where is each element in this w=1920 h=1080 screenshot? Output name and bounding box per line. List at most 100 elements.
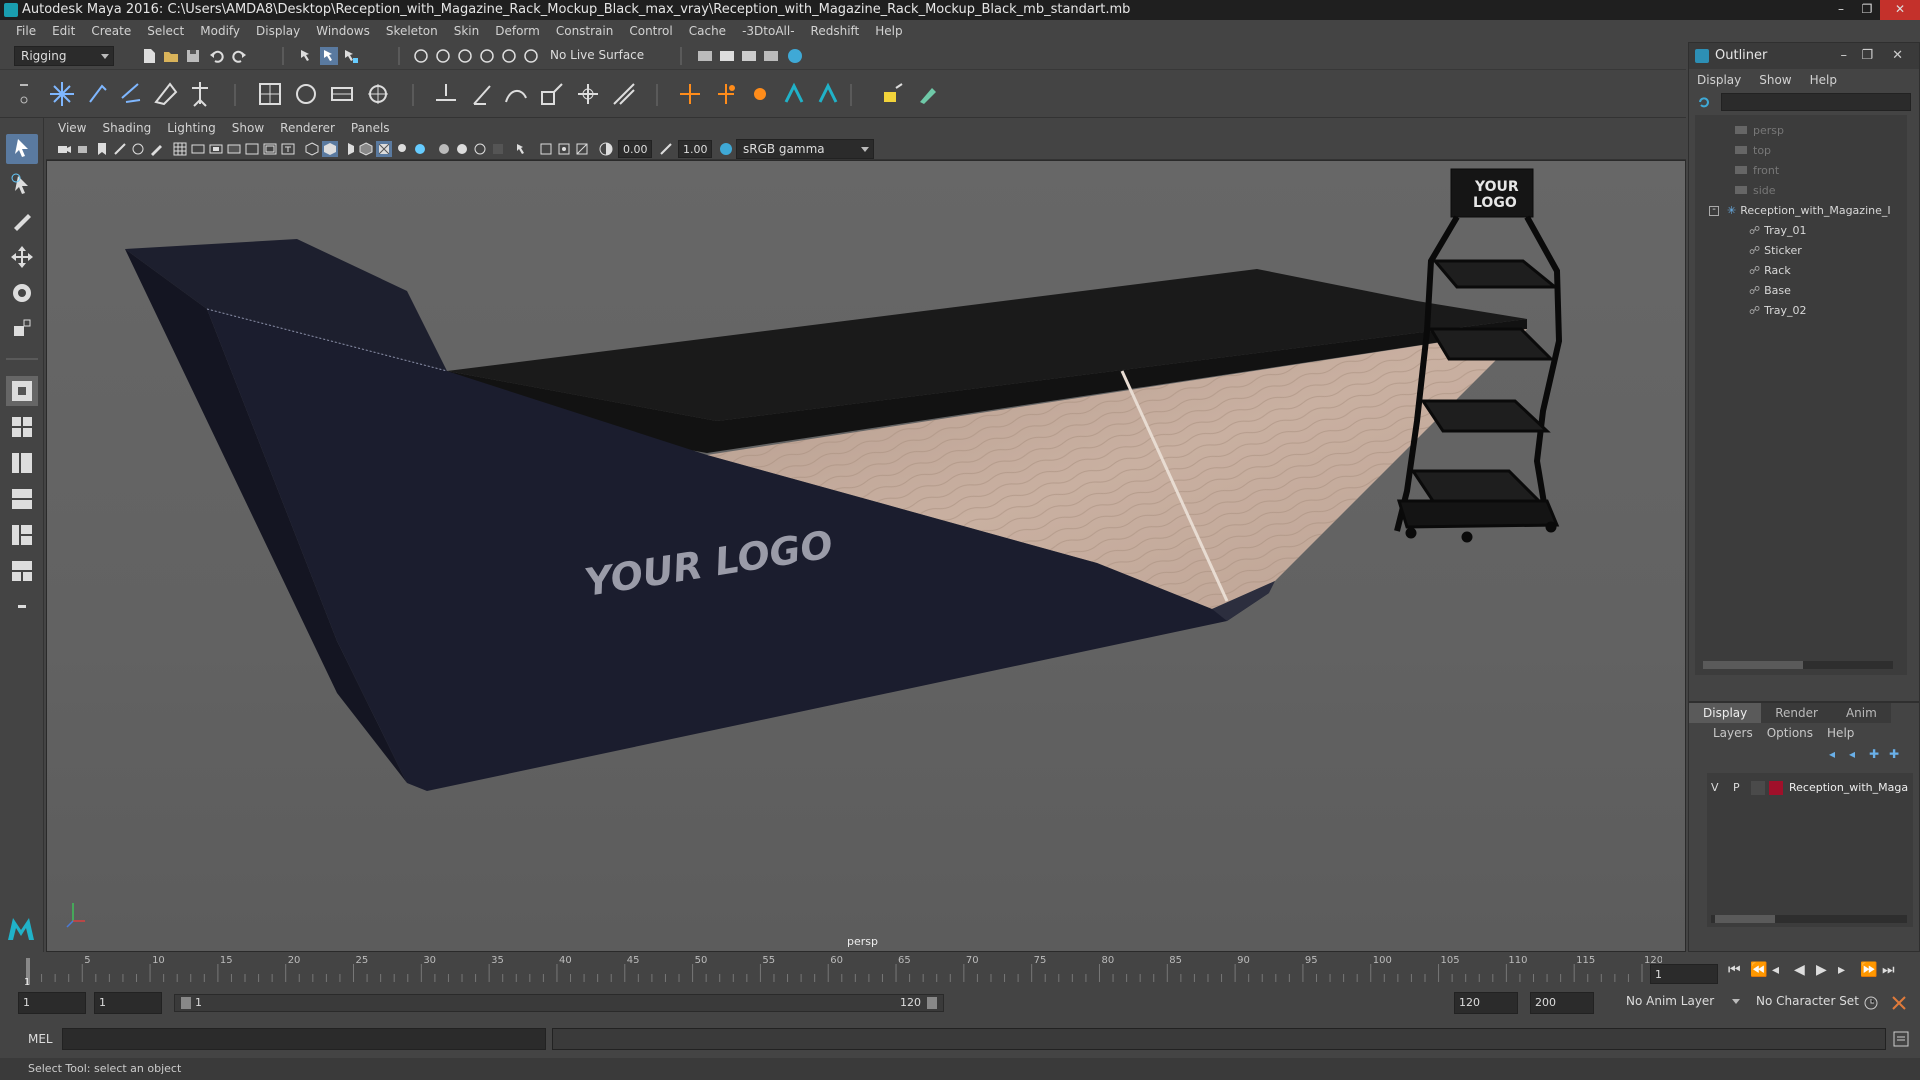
range-slider[interactable]: 1 120 — [174, 994, 944, 1012]
menu-modify[interactable]: Modify — [192, 20, 248, 42]
menu-deform[interactable]: Deform — [487, 20, 548, 42]
time-slider[interactable]: 5 10 15 20 25 30 35 40 45 50 55 60 65 70 75 80 85 90 95 100… — [0, 952, 1920, 988]
wrap-icon[interactable] — [326, 78, 358, 110]
paint-weights-icon[interactable] — [876, 78, 908, 110]
single-perspective-layout-icon[interactable] — [6, 376, 38, 406]
outliner-horizontal-scrollbar[interactable] — [1703, 661, 1893, 669]
layer-menu-layers[interactable]: Layers — [1713, 726, 1753, 740]
tab-render[interactable]: Render — [1761, 703, 1832, 723]
auto-key-icon[interactable] — [1862, 994, 1880, 1012]
new-layer-icon[interactable]: ✚ — [1869, 747, 1889, 761]
render-settings-icon[interactable] — [696, 47, 714, 65]
snap-curve-icon[interactable] — [434, 47, 452, 65]
panel-menu-show[interactable]: Show — [224, 117, 272, 139]
grease-pencil-icon[interactable] — [148, 141, 164, 157]
snap-surface-icon[interactable] — [522, 47, 540, 65]
humanik-a-icon[interactable] — [778, 78, 810, 110]
outliner-menu-show[interactable]: Show — [1759, 73, 1791, 87]
multisample-aa-icon[interactable] — [472, 141, 488, 157]
humanik-icon[interactable] — [184, 78, 216, 110]
humanik-b-icon[interactable] — [812, 78, 844, 110]
outliner-item-sticker[interactable]: ☍ Sticker — [1749, 241, 1802, 261]
menu-file[interactable]: File — [8, 20, 44, 42]
layer-visibility-toggle[interactable]: V — [1711, 779, 1719, 797]
move-tool-icon[interactable] — [6, 242, 38, 272]
playback-start-field[interactable]: 1 — [94, 992, 162, 1014]
playback-end-field[interactable]: 120 — [1454, 992, 1518, 1014]
ik-handle-icon[interactable] — [82, 78, 114, 110]
sculpt-deformer-icon[interactable] — [744, 78, 776, 110]
maximize-button[interactable]: ❐ — [1854, 0, 1880, 20]
color-management-icon[interactable] — [718, 141, 734, 157]
menu-select[interactable]: Select — [139, 20, 192, 42]
refresh-icon[interactable] — [1697, 95, 1711, 109]
undo-icon[interactable] — [208, 47, 226, 65]
scale-constraint-icon[interactable] — [536, 78, 568, 110]
lasso-tool-icon[interactable] — [6, 170, 38, 200]
gamma-icon[interactable] — [658, 141, 674, 157]
locator-icon[interactable] — [674, 78, 706, 110]
menuset-dropdown[interactable]: Rigging — [14, 46, 114, 66]
close-button[interactable]: ✕ — [1880, 0, 1920, 20]
outliner-minimize-icon[interactable]: – — [1841, 43, 1848, 69]
pole-vector-icon[interactable] — [608, 78, 640, 110]
bookmark-icon[interactable] — [94, 141, 110, 157]
go-to-end-icon[interactable]: ⏭ — [1882, 962, 1904, 978]
scrollbar-thumb[interactable] — [1715, 915, 1775, 923]
scrollbar-thumb[interactable] — [1703, 661, 1803, 669]
menu-cache[interactable]: Cache — [681, 20, 734, 42]
ik-spline-icon[interactable] — [116, 78, 148, 110]
orient-constraint-icon[interactable] — [500, 78, 532, 110]
script-editor-icon[interactable] — [1892, 1030, 1910, 1048]
step-back-frame-icon[interactable]: ◂ — [1772, 962, 1794, 978]
animation-preferences-icon[interactable] — [1890, 994, 1908, 1012]
anim-layer-dropdown[interactable]: No Anim Layer — [1620, 992, 1744, 1014]
hypershade-icon[interactable] — [786, 47, 804, 65]
layer-row[interactable]: V P Reception_with_Maga — [1707, 779, 1913, 797]
move-layer-up-icon[interactable]: ◂ — [1829, 747, 1849, 761]
exposure-icon[interactable] — [598, 141, 614, 157]
outliner-item-front[interactable]: front — [1735, 161, 1779, 181]
hypershade-persp-layout-icon[interactable] — [6, 520, 38, 550]
smooth-shade-icon[interactable] — [322, 141, 338, 157]
wire-icon[interactable] — [362, 78, 394, 110]
minimize-button[interactable]: – — [1828, 0, 1854, 20]
menu-create[interactable]: Create — [83, 20, 139, 42]
time-ruler[interactable]: 5 10 15 20 25 30 35 40 45 50 55 60 65 70 75 80 85 90 95 100… — [22, 952, 1662, 988]
persp-viewport[interactable]: YOUR LOGO YOUR LOGO persp — [46, 160, 1686, 952]
animation-start-field[interactable]: 1 — [18, 992, 86, 1014]
menu-windows[interactable]: Windows — [308, 20, 378, 42]
camera-attributes-icon[interactable] — [76, 141, 92, 157]
range-end-handle[interactable] — [927, 997, 937, 1009]
current-frame-field[interactable]: 1 — [1650, 964, 1718, 984]
outliner-item-top[interactable]: top — [1735, 141, 1771, 161]
default-lighting-icon[interactable] — [340, 141, 356, 157]
rotate-tool-icon[interactable] — [6, 278, 38, 308]
outliner-item-root[interactable]: - ✳ Reception_with_Magazine_I — [1709, 201, 1891, 221]
layer-playback-toggle[interactable]: P — [1733, 779, 1740, 797]
outliner-menu-help[interactable]: Help — [1810, 73, 1837, 87]
point-constraint-icon[interactable] — [430, 78, 462, 110]
panel-menu-renderer[interactable]: Renderer — [272, 117, 343, 139]
four-view-layout-icon[interactable] — [6, 412, 38, 442]
render-view-icon[interactable] — [762, 47, 780, 65]
outliner-item-persp[interactable]: persp — [1735, 121, 1784, 141]
open-scene-icon[interactable] — [162, 47, 180, 65]
custom-layout-icon[interactable] — [6, 556, 38, 586]
render-frame-icon[interactable] — [718, 47, 736, 65]
snap-live-icon[interactable] — [500, 47, 518, 65]
menu-constrain[interactable]: Constrain — [548, 20, 622, 42]
shadows-icon[interactable] — [412, 141, 428, 157]
scale-tool-icon[interactable] — [6, 314, 38, 344]
xray-components-icon[interactable] — [574, 141, 590, 157]
select-component-icon[interactable] — [342, 47, 360, 65]
parent-constraint-icon[interactable] — [572, 78, 604, 110]
joint-tool-icon[interactable] — [46, 78, 78, 110]
new-scene-icon[interactable] — [140, 47, 158, 65]
menu-skin[interactable]: Skin — [446, 20, 488, 42]
film-gate-icon[interactable] — [190, 141, 206, 157]
shaded-wireframe-icon[interactable] — [358, 141, 374, 157]
snap-grid-icon[interactable] — [412, 47, 430, 65]
outliner-menu-display[interactable]: Display — [1697, 73, 1741, 87]
snap-view-plane-icon[interactable] — [478, 47, 496, 65]
